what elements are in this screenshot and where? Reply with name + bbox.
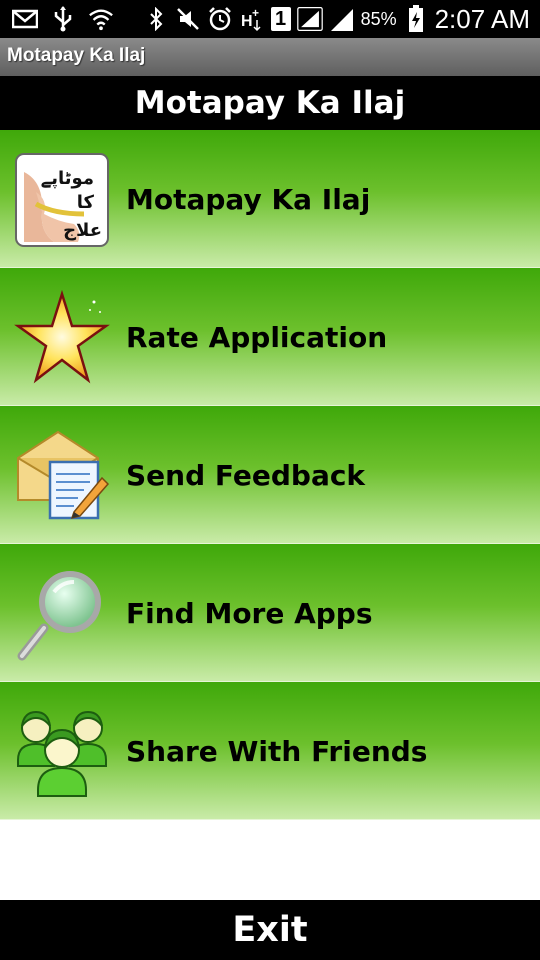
magnifier-icon: [14, 566, 110, 662]
clock: 2:07 AM: [434, 3, 530, 34]
book-cover-icon: موٹاپے کا علاج: [14, 152, 110, 248]
email-icon: [12, 6, 38, 32]
svg-text:موٹاپے: موٹاپے: [41, 168, 94, 189]
alarm-icon: [207, 6, 233, 32]
feedback-envelope-icon: [14, 428, 110, 524]
battery-charging-icon: [403, 5, 429, 32]
wifi-icon: [88, 6, 114, 32]
svg-text:+: +: [252, 6, 259, 20]
main-menu: موٹاپے کا علاج Motapay Ka Ilaj Rate Appl…: [0, 130, 540, 820]
hplus-icon: H +: [239, 6, 265, 32]
signal-icon-2: [329, 6, 355, 32]
app-title-bar: Motapay Ka Ilaj: [0, 38, 540, 76]
menu-item-rate-application[interactable]: Rate Application: [0, 268, 540, 406]
battery-percent: 85%: [360, 8, 397, 29]
menu-item-label: Send Feedback: [126, 458, 366, 492]
menu-item-send-feedback[interactable]: Send Feedback: [0, 406, 540, 544]
signal-icon: [296, 6, 323, 32]
svg-text:H: H: [241, 13, 253, 30]
star-icon: [14, 289, 110, 386]
menu-item-label: Find More Apps: [126, 596, 373, 630]
mute-icon: [175, 6, 201, 32]
friends-icon: [14, 704, 110, 800]
sim-icon: 1: [270, 7, 291, 31]
page-title: Motapay Ka Ilaj: [134, 85, 406, 121]
menu-item-find-more-apps[interactable]: Find More Apps: [0, 544, 540, 682]
svg-text:علاج: علاج: [63, 220, 102, 241]
menu-item-label: Motapay Ka Ilaj: [126, 182, 371, 216]
exit-button[interactable]: Exit: [0, 900, 540, 960]
network-badge: 1: [275, 7, 287, 30]
svg-text:کا: کا: [77, 192, 95, 213]
menu-item-share-with-friends[interactable]: Share With Friends: [0, 682, 540, 820]
menu-item-label: Share With Friends: [126, 734, 428, 768]
status-bar: H + 1 85% 2:07 AM: [0, 0, 540, 38]
menu-item-label: Rate Application: [126, 320, 388, 354]
menu-item-motapay-ka-ilaj[interactable]: موٹاپے کا علاج Motapay Ka Ilaj: [0, 130, 540, 268]
bluetooth-icon: [143, 6, 169, 32]
app-title: Motapay Ka Ilaj: [7, 45, 146, 66]
page-header: Motapay Ka Ilaj: [0, 76, 540, 130]
system-icons: H + 1 85% 2:07 AM: [143, 3, 530, 35]
exit-label: Exit: [232, 910, 308, 950]
notification-icons: [12, 6, 114, 32]
usb-icon: [50, 6, 76, 32]
